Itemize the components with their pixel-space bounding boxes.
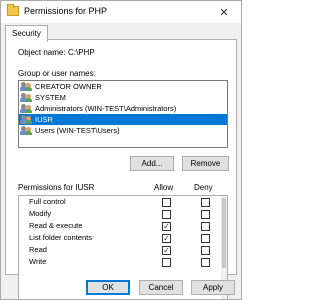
permission-name: Full control bbox=[29, 197, 66, 206]
list-item[interactable]: Users (WIN-TEST\Users) bbox=[19, 125, 227, 136]
list-item-label: SYSTEM bbox=[35, 93, 66, 102]
allow-checkbox[interactable]: ✓ bbox=[162, 234, 171, 243]
allow-checkbox[interactable] bbox=[162, 198, 171, 207]
deny-header: Deny bbox=[194, 183, 213, 192]
list-item[interactable]: SYSTEM bbox=[19, 92, 227, 103]
users-icon bbox=[20, 82, 33, 91]
permission-name: List folder contents bbox=[29, 233, 92, 242]
allow-checkbox[interactable]: ✓ bbox=[162, 222, 171, 231]
allow-header: Allow bbox=[154, 183, 174, 192]
permission-name: Read bbox=[29, 245, 47, 254]
group-list-label: Group or user names: bbox=[18, 69, 96, 78]
folder-icon bbox=[7, 4, 19, 16]
deny-checkbox[interactable] bbox=[201, 198, 210, 207]
scrollbar-thumb[interactable] bbox=[222, 198, 226, 268]
apply-button[interactable]: Apply bbox=[191, 280, 235, 295]
remove-button[interactable]: Remove bbox=[182, 156, 229, 171]
deny-checkbox[interactable] bbox=[201, 258, 210, 267]
object-name-label: Object name: bbox=[18, 48, 66, 57]
close-button[interactable]: ✕ bbox=[207, 1, 241, 23]
deny-checkbox[interactable] bbox=[201, 246, 210, 255]
deny-checkbox[interactable] bbox=[201, 234, 210, 243]
permission-row: Write bbox=[19, 256, 227, 268]
permission-row: Read & execute ✓ bbox=[19, 220, 227, 232]
permissions-dialog: Permissions for PHP ✕ Security Object na… bbox=[0, 0, 242, 300]
list-item-label: CREATOR OWNER bbox=[35, 82, 102, 91]
deny-checkbox[interactable] bbox=[201, 222, 210, 231]
deny-checkbox[interactable] bbox=[201, 210, 210, 219]
list-item[interactable]: Administrators (WIN-TEST\Administrators) bbox=[19, 103, 227, 114]
group-user-list[interactable]: CREATOR OWNER SYSTEM Administrators (WIN-T… bbox=[18, 80, 228, 148]
list-item[interactable]: CREATOR OWNER bbox=[19, 81, 227, 92]
list-item[interactable]: IUSR bbox=[19, 114, 227, 125]
permission-row: List folder contents ✓ bbox=[19, 232, 227, 244]
permission-row: Full control bbox=[19, 196, 227, 208]
permission-name: Write bbox=[29, 257, 47, 266]
security-panel: Object name: C:\PHP Group or user names:… bbox=[5, 39, 237, 300]
permission-row: Modify bbox=[19, 208, 227, 220]
cancel-button[interactable]: Cancel bbox=[139, 280, 183, 295]
permission-name: Read & execute bbox=[29, 221, 83, 230]
users-icon bbox=[20, 115, 33, 124]
permission-name: Modify bbox=[29, 209, 52, 218]
tab-security[interactable]: Security bbox=[5, 25, 48, 42]
permissions-label: Permissions for IUSR bbox=[18, 183, 95, 192]
allow-checkbox[interactable] bbox=[162, 258, 171, 267]
users-icon bbox=[20, 93, 33, 102]
list-item-label: Administrators (WIN-TEST\Administrators) bbox=[35, 104, 177, 113]
list-item-label: IUSR bbox=[35, 115, 53, 124]
object-name-value: C:\PHP bbox=[68, 48, 95, 57]
permission-row: Read ✓ bbox=[19, 244, 227, 256]
ok-button[interactable]: OK bbox=[86, 280, 130, 295]
allow-checkbox[interactable] bbox=[162, 210, 171, 219]
list-item-label: Users (WIN-TEST\Users) bbox=[35, 126, 120, 135]
add-button[interactable]: Add... bbox=[130, 156, 174, 171]
users-icon bbox=[20, 126, 33, 135]
allow-checkbox[interactable]: ✓ bbox=[162, 246, 171, 255]
users-icon bbox=[20, 104, 33, 113]
title-bar[interactable]: Permissions for PHP ✕ bbox=[1, 1, 241, 23]
window-title: Permissions for PHP bbox=[24, 6, 108, 16]
